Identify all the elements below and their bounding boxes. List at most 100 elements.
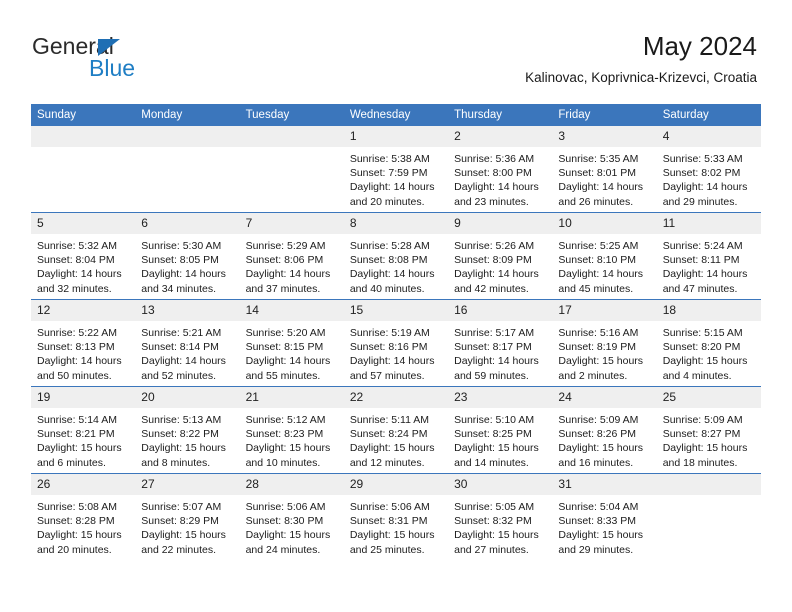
day-number: 12: [31, 300, 136, 321]
day-details: Sunrise: 5:21 AM Sunset: 8:14 PM Daylight:…: [135, 321, 239, 383]
day-number: [656, 474, 761, 495]
calendar-day-cell-empty: [31, 126, 136, 213]
calendar-day-cell[interactable]: 4 Sunrise: 5:33 AM Sunset: 8:02 PM Daylight…: [656, 126, 761, 213]
day-number: [135, 126, 240, 147]
daylight-duration-line1: Daylight: 15 hours: [662, 442, 748, 455]
calendar-week-row: 12 Sunrise: 5:22 AM Sunset: 8:13 PM Dayligh…: [31, 299, 761, 387]
calendar-day-cell[interactable]: 7 Sunrise: 5:29 AM Sunset: 8:06 PM Daylight…: [239, 212, 344, 300]
calendar-day-cell[interactable]: 20 Sunrise: 5:13 AM Sunset: 8:22 PM Dayligh…: [135, 386, 240, 474]
weekday-header-saturday: Saturday: [656, 104, 761, 126]
sunrise-time: Sunrise: 5:09 AM: [662, 414, 743, 426]
sunrise-time: Sunrise: 5:20 AM: [245, 327, 326, 339]
day-details: Sunrise: 5:25 AM Sunset: 8:10 PM Daylight:…: [552, 234, 656, 296]
day-details: Sunrise: 5:09 AM Sunset: 8:27 PM Daylight:…: [657, 408, 761, 470]
calendar-day-cell[interactable]: 23 Sunrise: 5:10 AM Sunset: 8:25 PM Dayligh…: [448, 386, 553, 474]
calendar-week-row: 26 Sunrise: 5:08 AM Sunset: 8:28 PM Dayligh…: [31, 473, 761, 560]
sunrise-time: Sunrise: 5:32 AM: [37, 240, 117, 252]
calendar-day-cell[interactable]: 17 Sunrise: 5:16 AM Sunset: 8:19 PM Dayligh…: [552, 299, 657, 387]
day-details: Sunrise: 5:30 AM Sunset: 8:05 PM Daylight:…: [135, 234, 239, 296]
weekday-header-sunday: Sunday: [31, 104, 136, 126]
daylight-duration-line2: and 23 minutes.: [454, 195, 529, 208]
day-number: 23: [448, 387, 553, 408]
calendar-day-cell[interactable]: 28 Sunrise: 5:06 AM Sunset: 8:30 PM Dayligh…: [239, 473, 344, 560]
calendar-day-cell[interactable]: 5 Sunrise: 5:32 AM Sunset: 8:04 PM Daylight…: [31, 212, 136, 300]
daylight-duration-line1: Daylight: 15 hours: [662, 355, 748, 368]
daylight-duration-line1: Daylight: 15 hours: [37, 529, 122, 542]
calendar-day-cell[interactable]: 22 Sunrise: 5:11 AM Sunset: 8:24 PM Dayligh…: [343, 386, 449, 474]
sunrise-time: Sunrise: 5:11 AM: [349, 414, 430, 426]
daylight-duration-line1: Daylight: 15 hours: [141, 442, 226, 455]
calendar-day-cell[interactable]: 6 Sunrise: 5:30 AM Sunset: 8:05 PM Daylight…: [135, 212, 240, 300]
calendar-day-cell[interactable]: 12 Sunrise: 5:22 AM Sunset: 8:13 PM Dayligh…: [31, 299, 136, 387]
calendar-day-cell[interactable]: 18 Sunrise: 5:15 AM Sunset: 8:20 PM Dayligh…: [656, 299, 761, 387]
calendar-day-cell[interactable]: 2 Sunrise: 5:36 AM Sunset: 8:00 PM Daylight…: [448, 126, 553, 213]
calendar-day-cell[interactable]: 25 Sunrise: 5:09 AM Sunset: 8:27 PM Dayligh…: [656, 386, 761, 474]
sunset-time: Sunset: 8:20 PM: [662, 341, 741, 354]
sunrise-time: Sunrise: 5:38 AM: [349, 153, 430, 165]
daylight-duration-line1: Daylight: 15 hours: [141, 529, 226, 542]
daylight-duration-line2: and 59 minutes.: [454, 369, 529, 382]
calendar-day-cell[interactable]: 14 Sunrise: 5:20 AM Sunset: 8:15 PM Dayligh…: [239, 299, 344, 387]
sunrise-time: Sunrise: 5:21 AM: [141, 327, 222, 339]
calendar-day-cell[interactable]: 10 Sunrise: 5:25 AM Sunset: 8:10 PM Dayligh…: [552, 212, 657, 300]
sunrise-time: Sunrise: 5:28 AM: [349, 240, 430, 252]
sunrise-time: Sunrise: 5:26 AM: [454, 240, 535, 252]
daylight-duration-line1: Daylight: 14 hours: [349, 268, 435, 281]
calendar-day-cell[interactable]: 16 Sunrise: 5:17 AM Sunset: 8:17 PM Dayligh…: [448, 299, 553, 387]
calendar-day-cell[interactable]: 29 Sunrise: 5:06 AM Sunset: 8:31 PM Dayligh…: [343, 473, 449, 560]
daylight-duration-line1: Daylight: 15 hours: [558, 442, 644, 455]
daylight-duration-line1: Daylight: 14 hours: [245, 355, 331, 368]
calendar-day-cell[interactable]: 24 Sunrise: 5:09 AM Sunset: 8:26 PM Dayligh…: [552, 386, 657, 474]
day-details: Sunrise: 5:29 AM Sunset: 8:06 PM Daylight:…: [240, 234, 344, 296]
sunrise-time: Sunrise: 5:29 AM: [245, 240, 326, 252]
weekday-header-friday: Friday: [552, 104, 657, 126]
day-number: 8: [343, 213, 449, 234]
sunset-time: Sunset: 8:15 PM: [245, 341, 324, 354]
day-number: 9: [448, 213, 553, 234]
day-details: Sunrise: 5:06 AM Sunset: 8:31 PM Daylight:…: [344, 495, 448, 557]
daylight-duration-line2: and 6 minutes.: [37, 456, 106, 469]
sunrise-time: Sunrise: 5:10 AM: [454, 414, 535, 426]
logo-triangle-icon: [98, 39, 120, 56]
daylight-duration-line1: Daylight: 14 hours: [454, 181, 539, 194]
calendar-day-cell[interactable]: 8 Sunrise: 5:28 AM Sunset: 8:08 PM Daylight…: [343, 212, 449, 300]
calendar-day-cell[interactable]: 9 Sunrise: 5:26 AM Sunset: 8:09 PM Daylight…: [448, 212, 553, 300]
calendar-day-cell[interactable]: 3 Sunrise: 5:35 AM Sunset: 8:01 PM Daylight…: [552, 126, 657, 213]
calendar-day-cell[interactable]: 21 Sunrise: 5:12 AM Sunset: 8:23 PM Dayligh…: [239, 386, 344, 474]
calendar-day-cell[interactable]: 19 Sunrise: 5:14 AM Sunset: 8:21 PM Dayligh…: [31, 386, 136, 474]
daylight-duration-line2: and 18 minutes.: [662, 456, 738, 469]
generalblue-logo[interactable]: General Blue: [32, 33, 212, 85]
daylight-duration-line2: and 25 minutes.: [349, 543, 425, 556]
day-details: [135, 147, 239, 152]
daylight-duration-line2: and 40 minutes.: [349, 282, 425, 295]
sunrise-time: Sunrise: 5:05 AM: [454, 501, 535, 513]
calendar-day-cell[interactable]: 30 Sunrise: 5:05 AM Sunset: 8:32 PM Dayligh…: [448, 473, 553, 560]
calendar-day-cell[interactable]: 13 Sunrise: 5:21 AM Sunset: 8:14 PM Dayligh…: [135, 299, 240, 387]
sunrise-time: Sunrise: 5:13 AM: [141, 414, 222, 426]
day-details: Sunrise: 5:14 AM Sunset: 8:21 PM Daylight:…: [31, 408, 135, 470]
sunrise-time: Sunrise: 5:17 AM: [454, 327, 535, 339]
day-number: 14: [239, 300, 344, 321]
logo-text-blue: Blue: [89, 55, 136, 81]
day-number: 27: [135, 474, 240, 495]
sunrise-time: Sunrise: 5:30 AM: [141, 240, 222, 252]
calendar-day-cell[interactable]: 26 Sunrise: 5:08 AM Sunset: 8:28 PM Dayligh…: [31, 473, 136, 560]
calendar-day-cell[interactable]: 27 Sunrise: 5:07 AM Sunset: 8:29 PM Dayligh…: [135, 473, 240, 560]
calendar-day-cell[interactable]: 11 Sunrise: 5:24 AM Sunset: 8:11 PM Dayligh…: [656, 212, 761, 300]
day-number: 26: [31, 474, 136, 495]
sunrise-time: Sunrise: 5:36 AM: [454, 153, 535, 165]
day-details: Sunrise: 5:24 AM Sunset: 8:11 PM Daylight:…: [657, 234, 761, 296]
daylight-duration-line1: Daylight: 15 hours: [37, 442, 122, 455]
calendar-day-cell[interactable]: 1 Sunrise: 5:38 AM Sunset: 7:59 PM Daylight…: [343, 126, 449, 213]
calendar-day-cell[interactable]: 15 Sunrise: 5:19 AM Sunset: 8:16 PM Dayligh…: [343, 299, 449, 387]
calendar-day-cell[interactable]: 31 Sunrise: 5:04 AM Sunset: 8:33 PM Dayligh…: [552, 473, 657, 560]
daylight-duration-line2: and 20 minutes.: [37, 543, 112, 556]
daylight-duration-line1: Daylight: 14 hours: [349, 181, 435, 194]
weekday-header-wednesday: Wednesday: [343, 104, 449, 126]
daylight-duration-line1: Daylight: 14 hours: [141, 355, 226, 368]
day-number: 25: [656, 387, 761, 408]
calendar-week-row: 5 Sunrise: 5:32 AM Sunset: 8:04 PM Daylight…: [31, 212, 761, 300]
page-header: General Blue May 2024 Kalinovac, Koprivn…: [0, 0, 792, 100]
daylight-duration-line2: and 26 minutes.: [558, 195, 634, 208]
sunrise-time: Sunrise: 5:07 AM: [141, 501, 222, 513]
